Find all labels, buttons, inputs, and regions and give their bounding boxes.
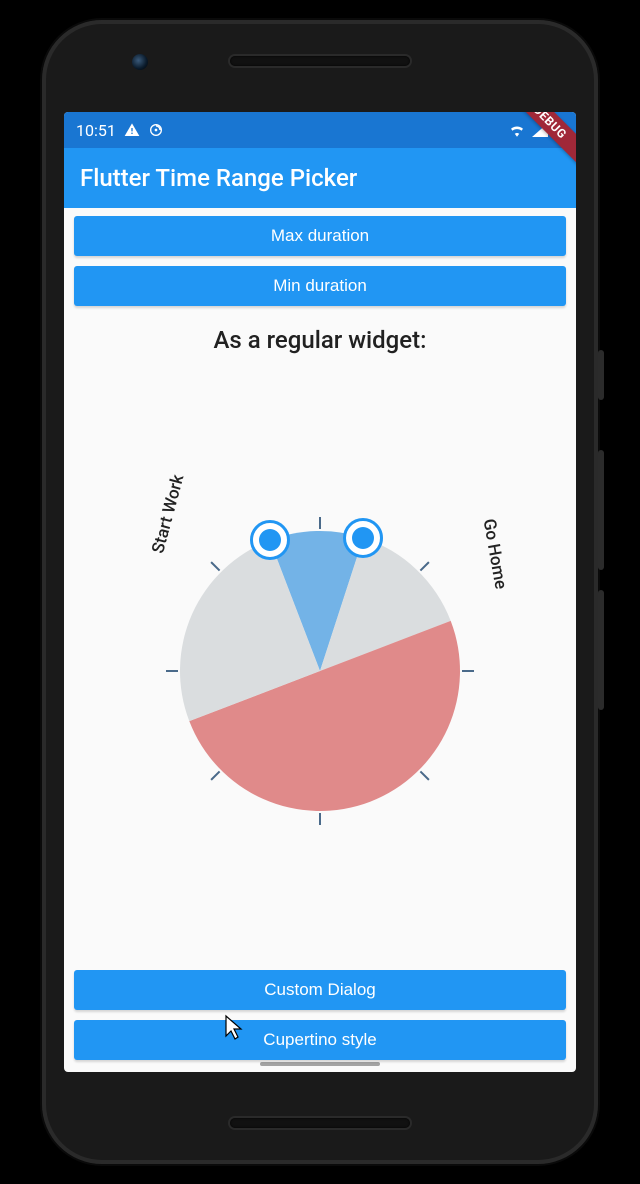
wifi-icon	[508, 123, 526, 137]
section-title: As a regular widget:	[74, 326, 566, 354]
time-range-picker[interactable]: Start Work Go Home	[74, 372, 566, 970]
cupertino-style-button[interactable]: Cupertino style	[74, 1020, 566, 1060]
end-label: Go Home	[478, 517, 510, 590]
custom-dialog-button[interactable]: Custom Dialog	[74, 970, 566, 1010]
volume-up-button	[598, 450, 604, 570]
min-duration-button[interactable]: Min duration	[74, 266, 566, 306]
phone-frame: 10:51 Flutter Tim	[42, 20, 598, 1164]
clock-svg	[160, 511, 480, 831]
warning-icon	[124, 122, 140, 138]
nav-gesture-bar	[260, 1062, 380, 1066]
clock-face[interactable]	[160, 511, 480, 831]
start-handle[interactable]	[250, 520, 290, 560]
app-bar: Flutter Time Range Picker	[64, 148, 576, 208]
status-time: 10:51	[76, 121, 116, 140]
max-duration-button[interactable]: Max duration	[74, 216, 566, 256]
refresh-icon	[148, 122, 164, 138]
front-camera	[132, 54, 148, 70]
volume-down-button	[598, 590, 604, 710]
bottom-speaker	[230, 1118, 410, 1128]
side-button	[598, 350, 604, 400]
status-bar: 10:51	[64, 112, 576, 148]
earpiece-speaker	[230, 56, 410, 66]
content-area: Max duration Min duration As a regular w…	[64, 208, 576, 1072]
end-handle[interactable]	[343, 518, 383, 558]
app-title: Flutter Time Range Picker	[80, 164, 357, 192]
screen: 10:51 Flutter Tim	[64, 112, 576, 1072]
